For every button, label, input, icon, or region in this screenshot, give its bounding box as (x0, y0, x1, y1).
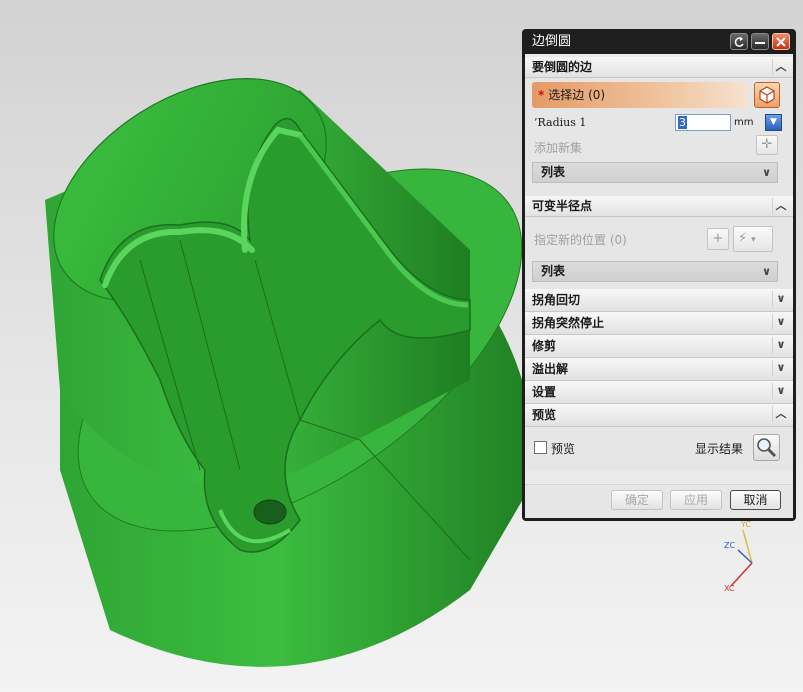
section-preview[interactable]: 预览 ︿ (525, 404, 793, 427)
add-new-set-label: 添加新集 (534, 141, 583, 155)
radius-input[interactable]: 3 (675, 114, 731, 131)
section-stop-short-of-corner[interactable]: 拐角突然停止 ∨ (525, 312, 793, 335)
cube-icon (759, 86, 775, 104)
cancel-button[interactable]: 取消 (730, 490, 781, 510)
show-result-label: 显示结果 (695, 442, 744, 456)
lightning-icon: ⚡ (738, 231, 748, 246)
preview-panel: 预览 显示结果 (525, 427, 793, 471)
section-variable-radius[interactable]: 可变半径点 ︿ (525, 196, 793, 217)
dialog-body: 要倒圆的边 ︿ * 选择边 (0) ’Radius 1 3 mm ▼ 添加新集 ✛… (525, 54, 793, 518)
edge-blend-dialog: 边倒圆 要倒圆的边 ︿ * 选择边 (0) ’Radius 1 3 mm ▼ 添… (522, 29, 796, 521)
preview-checkbox-label: 预览 (551, 442, 576, 456)
variable-list-toggle[interactable]: 列表 ∨ (532, 261, 778, 282)
specify-location-label: 指定新的位置 (0) (534, 233, 627, 247)
variable-radius-panel: 指定新的位置 (0) + ⚡ ▾ 列表 ∨ (525, 217, 793, 289)
section-trim[interactable]: 修剪 ∨ (525, 335, 793, 358)
dialog-footer: 确定 应用 取消 (525, 484, 793, 518)
chevron-down-icon[interactable]: ∨ (772, 360, 789, 376)
chevron-down-icon[interactable]: ∨ (772, 314, 789, 330)
select-edge-row[interactable]: * 选择边 (0) (532, 82, 748, 108)
add-new-set-button[interactable]: ✛ (756, 135, 778, 155)
select-edge-label: 选择边 (0) (548, 88, 606, 102)
point-dialog-button[interactable]: + (707, 228, 729, 250)
collapse-button[interactable] (751, 33, 769, 50)
edges-list-toggle[interactable]: 列表 ∨ (532, 162, 778, 183)
close-button[interactable] (772, 33, 790, 50)
section-settings[interactable]: 设置 ∨ (525, 381, 793, 404)
chevron-up-icon[interactable]: ︿ (772, 198, 789, 214)
dialog-titlebar[interactable]: 边倒圆 (525, 29, 793, 54)
magnifier-icon (757, 438, 777, 458)
chevron-down-icon[interactable]: ∨ (772, 383, 789, 399)
section-edges-to-blend[interactable]: 要倒圆的边 ︿ (525, 57, 793, 78)
section-title: 可变半径点 (532, 199, 593, 213)
minimize-icon (755, 42, 765, 44)
dialog-title: 边倒圆 (532, 34, 572, 49)
close-icon (776, 37, 786, 47)
radius-label: ’Radius 1 (534, 116, 587, 129)
chevron-down-icon[interactable]: ∨ (772, 291, 789, 307)
radius-unit: mm (734, 117, 754, 128)
chevron-down-icon[interactable]: ∨ (772, 337, 789, 353)
axis-label-x: XC (724, 584, 735, 593)
ok-button[interactable]: 确定 (611, 490, 663, 510)
select-edge-button[interactable] (754, 82, 780, 108)
required-star-icon: * (538, 88, 545, 102)
section-corner-setback[interactable]: 拐角回切 ∨ (525, 289, 793, 312)
chevron-down-icon: ∨ (762, 166, 771, 179)
section-overflow[interactable]: 溢出解 ∨ (525, 358, 793, 381)
show-result-button[interactable] (753, 434, 780, 461)
apply-button[interactable]: 应用 (670, 490, 722, 510)
section-title: 要倒圆的边 (532, 60, 593, 74)
chevron-up-icon[interactable]: ︿ (772, 406, 789, 422)
axis-label-z: ZC (724, 541, 736, 550)
chevron-up-icon[interactable]: ︿ (772, 59, 789, 75)
unit-dropdown-button[interactable]: ▼ (765, 114, 782, 131)
axis-label-y: YC (741, 520, 752, 529)
reset-icon (734, 37, 744, 47)
reset-button[interactable] (730, 33, 748, 50)
chevron-down-icon: ▾ (751, 235, 756, 245)
preview-checkbox[interactable] (534, 441, 547, 454)
edges-panel: * 选择边 (0) ’Radius 1 3 mm ▼ 添加新集 ✛ 列表 ∨ (525, 78, 793, 196)
chevron-down-icon: ∨ (762, 265, 771, 278)
mount-hole (253, 499, 287, 525)
inferred-point-dropdown[interactable]: ⚡ ▾ (733, 226, 773, 252)
